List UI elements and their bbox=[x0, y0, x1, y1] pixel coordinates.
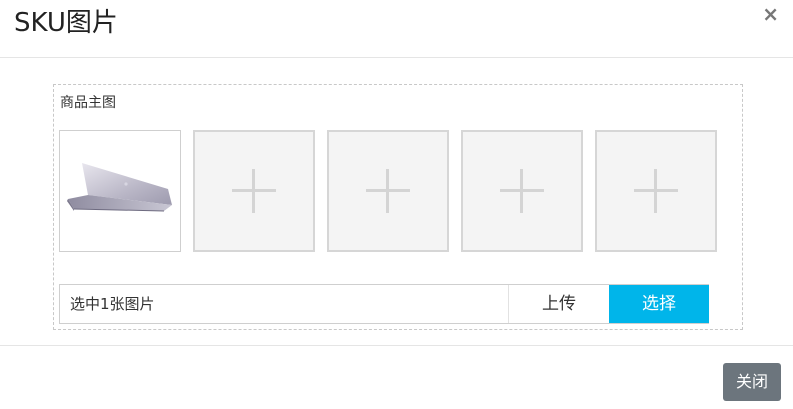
modal-footer: 关闭 bbox=[0, 345, 793, 409]
plus-icon bbox=[634, 169, 678, 213]
section-label-main-image: 商品主图 bbox=[60, 95, 116, 111]
add-image-slot-2[interactable] bbox=[193, 130, 315, 252]
add-image-slot-5[interactable] bbox=[595, 130, 717, 252]
modal-title: SKU图片 bbox=[14, 8, 118, 38]
plus-icon bbox=[366, 169, 410, 213]
plus-icon bbox=[500, 169, 544, 213]
image-thumbnail-1[interactable] bbox=[59, 130, 181, 252]
upload-bar: 选中1张图片 上传 选择 bbox=[59, 284, 709, 324]
modal-header: SKU图片 × bbox=[0, 0, 793, 58]
laptop-image bbox=[67, 163, 172, 212]
add-image-slot-4[interactable] bbox=[461, 130, 583, 252]
add-image-slot-3[interactable] bbox=[327, 130, 449, 252]
select-button[interactable]: 选择 bbox=[609, 285, 709, 323]
image-panel: 商品主图 选中1张图片 上传 选择 bbox=[53, 84, 743, 330]
close-button[interactable]: 关闭 bbox=[723, 363, 781, 401]
plus-icon bbox=[232, 169, 276, 213]
upload-button[interactable]: 上传 bbox=[508, 285, 609, 323]
file-status-text: 选中1张图片 bbox=[70, 295, 155, 313]
close-icon[interactable]: × bbox=[762, 4, 779, 24]
